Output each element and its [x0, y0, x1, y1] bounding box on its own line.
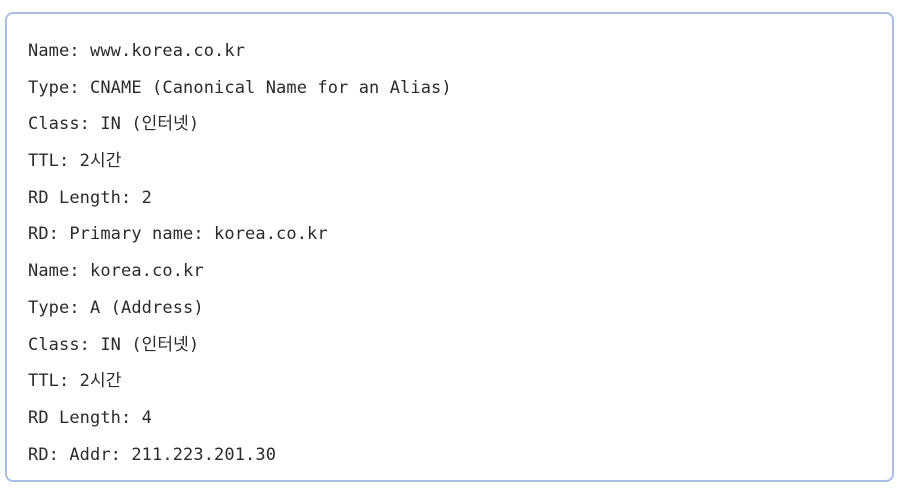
record-line-rd-length: RD Length: 2 [28, 187, 153, 208]
record-line-rd-addr: RD: Addr: 211.223.201.30 [28, 444, 277, 465]
record-line-class: Class: IN (인터넷) [28, 114, 200, 135]
record-line-class-2: Class: IN (인터넷) [28, 334, 200, 355]
record-line-rd-primary-name: RD: Primary name: korea.co.kr [28, 224, 328, 245]
record-line-type: Type: CNAME (Canonical Name for an Alias… [28, 77, 452, 98]
record-line-ttl-2: TTL: 2시간 [28, 371, 122, 392]
record-line-name: Name: www.korea.co.kr [28, 41, 246, 61]
record-line-ttl: TTL: 2시간 [28, 151, 122, 172]
record-line-name-2: Name: korea.co.kr [28, 261, 204, 282]
record-line-rd-length-2: RD Length: 4 [28, 407, 153, 428]
record-line-type-2: Type: A (Address) [28, 297, 204, 318]
dns-record-code-block: Name: www.korea.co.kr Type: CNAME (Canon… [5, 12, 894, 482]
